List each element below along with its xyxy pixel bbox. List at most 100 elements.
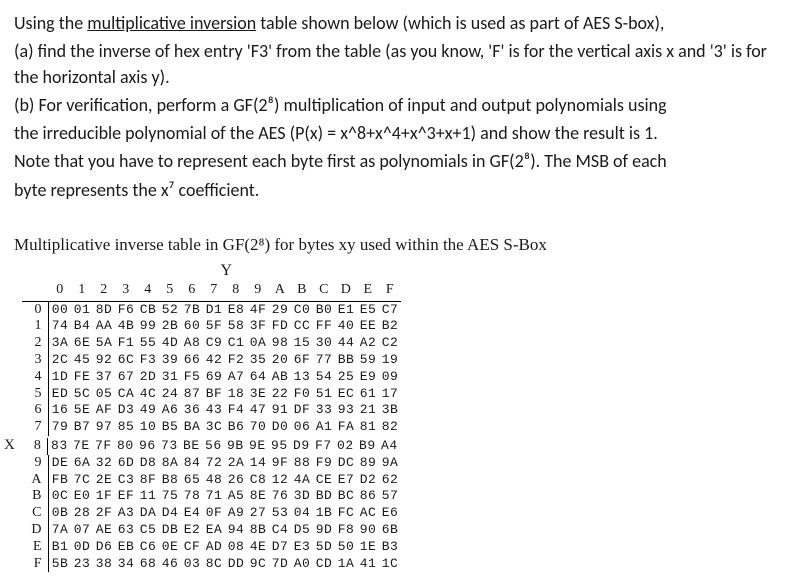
table-cell: CA [115,386,137,402]
table-cell: DE [49,455,71,471]
table-cell: FB [49,472,71,488]
row-header: D [22,522,49,539]
table-row: 5ED5C05CA4C2487BF183E22F051EC6117 [22,386,401,403]
table-cell: D9 [290,438,312,454]
table-cell: E0 [71,488,93,504]
table-cell: 08 [225,539,247,555]
table-cell: 46 [159,556,181,572]
table-cell: 6D [115,455,137,471]
table-cell: 40 [335,318,357,334]
row-header: 2 [22,335,49,352]
table-cell: 55 [137,335,159,351]
table-cell: 32 [93,455,115,471]
part-a: (a) find the inverse of hex entry 'F3' f… [14,38,781,90]
note-line1: Note that you have to represent each byt… [14,148,781,174]
table-cell: AB [269,369,291,385]
table-cell: 4B [115,318,137,334]
table-cell: 53 [269,505,291,521]
table-cell: 19 [379,352,401,368]
table-cell: 4E [247,539,269,555]
table-cell: A3 [115,505,137,521]
table-cell: 15 [291,335,313,351]
table-cell: B9 [356,438,378,454]
table-cell: 04 [291,505,313,521]
row-header: 0 [22,302,49,319]
table-cell: 33 [313,402,335,418]
table-cell: 57 [379,488,401,504]
table-row: 174B4AA4B992B605F583FFDCCFF40EEB2 [22,318,401,335]
table-cell: FA [335,419,357,435]
column-header: 5 [159,282,181,299]
table-cell: 31 [159,369,181,385]
table-cell: C1 [225,335,247,351]
table-row: B0CE01FEF11757871A58E763DBDBC8657 [22,488,401,505]
table-cell: E7 [335,472,357,488]
table-cell: D3 [115,402,137,418]
table-row: 41DFE37672D31F569A764AB135425E909 [22,369,401,386]
table-cell: 17 [379,386,401,402]
table-cell: BC [335,488,357,504]
intro-pre: Using the [14,12,87,34]
table-cell: AF [93,402,115,418]
table-cell: 1B [313,505,335,521]
table-row: F5B2338346846038CDD9C7DA0CD1A411C [22,556,401,573]
table-cell: 26 [225,472,247,488]
table-cell: 0D [71,539,93,555]
table-cell: 0C [49,488,71,504]
table-cell: 36 [181,402,203,418]
table-cell: C7 [379,302,401,318]
table-cell: 3E [247,386,269,402]
part-b-line1: (b) For verification, perform a GF(2⁸) m… [14,92,781,118]
table-cell: BF [203,386,225,402]
intro-post: table shown below (which is used as part… [256,12,664,34]
table-cell: 05 [93,386,115,402]
table-cell: AA [93,318,115,334]
table-cell: A7 [225,369,247,385]
table-cell: 4F [247,302,269,318]
table-cell: 76 [269,488,291,504]
table-cell: C3 [115,472,137,488]
row-header: 9 [22,455,49,472]
table-cell: 5A [93,335,115,351]
table-cell: 21 [357,402,379,418]
table-cell: 1D [49,369,71,385]
column-header: 7 [203,282,225,299]
table-cell: 2C [49,352,71,368]
table-cell: 1F [93,488,115,504]
table-cell: 8C [203,556,225,572]
table-cell: 8D [93,302,115,318]
table-cell: 44 [335,335,357,351]
table-cell: D0 [269,419,291,435]
table-cell: 39 [159,352,181,368]
table-cell: 03 [181,556,203,572]
table-cell: 89 [357,455,379,471]
table-cell: 37 [93,369,115,385]
inverse-table: Y 0123456789ABCDEF 000018DF6CB527BD1E84F… [14,261,401,573]
table-cell: C2 [379,335,401,351]
table-cell: 2B [159,318,181,334]
table-cell: 73 [158,438,180,454]
table-cell: 3B [379,402,401,418]
table-cell: FF [313,318,335,334]
table-cell: 12 [269,472,291,488]
table-caption: Multiplicative inverse table in GF(2⁸) f… [14,235,781,255]
row-header: E [22,539,49,556]
table-cell: 49 [137,402,159,418]
table-cell: 4A [291,472,313,488]
table-cell: 5F [203,318,225,334]
table-cell: A6 [159,402,181,418]
table-cell: 72 [203,455,225,471]
column-header: C [313,282,335,299]
y-axis-label: Y [52,261,401,280]
table-cell: 9B [224,438,246,454]
table-cell: F9 [313,455,335,471]
table-cell: 2E [93,472,115,488]
table-cell: 24 [159,386,181,402]
table-cell: C8 [247,472,269,488]
column-header: 3 [115,282,137,299]
column-header: 6 [181,282,203,299]
table-cell: 81 [357,419,379,435]
table-cell: A1 [313,419,335,435]
table-cell: AC [357,505,379,521]
table-cell: EE [357,318,379,334]
